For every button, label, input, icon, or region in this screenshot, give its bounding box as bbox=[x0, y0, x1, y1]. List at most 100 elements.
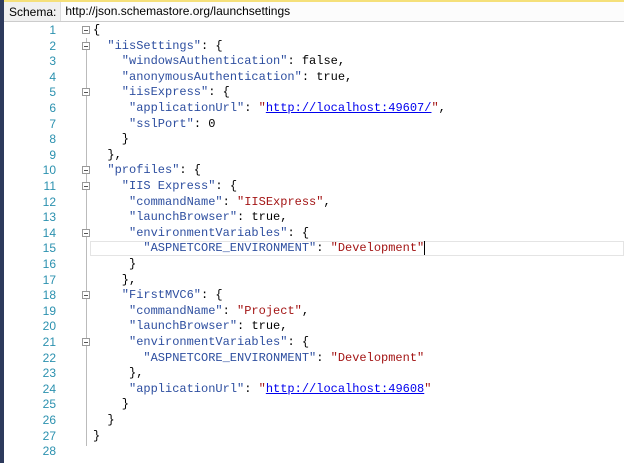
code-line[interactable]: 28 bbox=[4, 444, 624, 460]
code-text: } bbox=[93, 429, 100, 445]
code-line[interactable]: 7 "sslPort": 0 bbox=[4, 117, 624, 133]
code-text: "profiles": { bbox=[107, 163, 201, 179]
json-punctuation: : { bbox=[287, 335, 310, 349]
json-punctuation: } bbox=[107, 413, 115, 427]
json-punctuation: }, bbox=[107, 147, 122, 162]
code-line[interactable]: 9}, bbox=[4, 148, 624, 164]
json-punctuation: , bbox=[301, 303, 310, 318]
code-line[interactable]: 23}, bbox=[4, 366, 624, 382]
code-text: { bbox=[93, 23, 100, 39]
fold-toggle-icon[interactable] bbox=[82, 41, 90, 50]
line-number: 6 bbox=[49, 101, 56, 115]
json-string: " bbox=[424, 381, 432, 396]
code-line[interactable]: 19 "commandName": "Project", bbox=[4, 304, 624, 320]
json-punctuation: : 0 bbox=[193, 116, 216, 131]
json-punctuation: } bbox=[121, 132, 129, 147]
fold-toggle-icon[interactable] bbox=[82, 182, 90, 190]
fold-toggle-icon[interactable] bbox=[82, 228, 90, 237]
fold-toggle-icon[interactable] bbox=[82, 88, 90, 97]
code-line[interactable]: 16} bbox=[4, 257, 624, 273]
json-string: " bbox=[258, 101, 266, 115]
fold-toggle-icon[interactable] bbox=[82, 338, 90, 346]
json-key: "iisExpress" bbox=[121, 85, 209, 100]
code-line[interactable]: 22 "ASPNETCORE_ENVIRONMENT": "Development… bbox=[4, 351, 624, 367]
code-text: "iisExpress": { bbox=[122, 85, 230, 101]
json-key: "commandName" bbox=[129, 194, 223, 209]
code-line[interactable]: 24 "applicationUrl": "http://localhost:49… bbox=[4, 382, 624, 398]
code-line[interactable]: 10 "profiles": { bbox=[4, 163, 624, 179]
schema-label: Schema: bbox=[9, 4, 57, 19]
json-key: "ASPNETCORE_ENVIRONMENT" bbox=[143, 241, 317, 256]
json-punctuation: : bbox=[237, 210, 252, 225]
code-line[interactable]: 4 "anonymousAuthentication": true, bbox=[4, 70, 624, 86]
json-punctuation: : bbox=[244, 101, 259, 115]
json-punctuation: , bbox=[345, 69, 353, 84]
json-punctuation: : { bbox=[287, 225, 310, 240]
code-text: "environmentVariables": { bbox=[129, 226, 309, 242]
code-line[interactable]: 3 "windowsAuthentication": false, bbox=[4, 54, 624, 70]
code-line[interactable]: 17}, bbox=[4, 273, 624, 289]
json-key: "IIS Express" bbox=[121, 179, 216, 193]
code-line[interactable]: 18 "FirstMVC6": { bbox=[4, 288, 624, 304]
code-line[interactable]: 27} bbox=[4, 429, 624, 445]
json-punctuation: } bbox=[121, 397, 129, 412]
code-line[interactable]: 8} bbox=[4, 132, 624, 148]
json-key: "environmentVariables" bbox=[129, 335, 288, 349]
json-key: "launchBrowser" bbox=[129, 319, 238, 334]
line-number: 3 bbox=[49, 54, 56, 69]
code-line[interactable]: 21 "environmentVariables": { bbox=[4, 335, 624, 351]
schema-bar: Schema: http://json.schemastore.org/laun… bbox=[4, 0, 624, 22]
json-punctuation: , bbox=[337, 54, 346, 69]
code-text: "launchBrowser": true, bbox=[129, 210, 287, 226]
code-line[interactable]: 2 "iisSettings": { bbox=[4, 39, 624, 55]
json-string: " bbox=[431, 101, 439, 115]
json-key: "FirstMVC6" bbox=[121, 288, 202, 303]
fold-toggle-icon[interactable] bbox=[82, 291, 90, 300]
line-number: 25 bbox=[42, 397, 56, 412]
json-editor[interactable]: 1{2 "iisSettings": {3 "windowsAuthenticati… bbox=[4, 22, 624, 463]
code-line[interactable]: 20 "launchBrowser": true, bbox=[4, 319, 624, 335]
line-number: 10 bbox=[42, 163, 56, 178]
json-punctuation: } bbox=[129, 257, 137, 271]
fold-toggle-icon[interactable] bbox=[82, 166, 90, 175]
code-line[interactable]: 14 "environmentVariables": { bbox=[4, 226, 624, 242]
line-number: 9 bbox=[49, 147, 56, 162]
line-number: 13 bbox=[42, 210, 56, 225]
code-line[interactable]: 13 "launchBrowser": true, bbox=[4, 210, 624, 226]
json-key: "applicationUrl" bbox=[129, 101, 245, 115]
code-line[interactable]: 11 "IIS Express": { bbox=[4, 179, 624, 195]
code-text: }, bbox=[107, 148, 121, 164]
json-url-link[interactable]: http://localhost:49607/ bbox=[266, 101, 432, 115]
code-text: } bbox=[122, 132, 129, 148]
code-line[interactable]: 12 "commandName": "IISExpress", bbox=[4, 195, 624, 211]
json-punctuation: , bbox=[280, 210, 288, 225]
schema-url-input[interactable]: http://json.schemastore.org/launchsettin… bbox=[60, 2, 624, 21]
json-url-link[interactable]: http://localhost:49608 bbox=[266, 382, 424, 396]
code-line[interactable]: 1{ bbox=[4, 23, 624, 39]
json-punctuation: : bbox=[244, 381, 259, 396]
code-text: "environmentVariables": { bbox=[129, 335, 309, 351]
code-line[interactable]: 6 "applicationUrl": "http://localhost:496… bbox=[4, 101, 624, 117]
line-number: 4 bbox=[49, 69, 56, 84]
json-key: "applicationUrl" bbox=[129, 381, 245, 396]
json-string: "Development" bbox=[330, 350, 425, 365]
json-punctuation: : bbox=[316, 350, 331, 365]
json-punctuation: }, bbox=[129, 366, 144, 381]
code-text: "IIS Express": { bbox=[122, 179, 237, 195]
code-text: } bbox=[107, 413, 114, 429]
line-number: 19 bbox=[42, 303, 56, 318]
json-key: "iisSettings" bbox=[107, 38, 202, 53]
code-text: "windowsAuthentication": false, bbox=[122, 54, 345, 70]
fold-toggle-icon[interactable] bbox=[82, 26, 90, 34]
code-line[interactable]: 26} bbox=[4, 413, 624, 429]
json-string: "IISExpress" bbox=[237, 194, 324, 209]
code-line[interactable]: 15 "ASPNETCORE_ENVIRONMENT": "Development… bbox=[4, 241, 624, 257]
json-literal: false bbox=[301, 54, 338, 69]
line-number: 24 bbox=[42, 381, 56, 396]
json-key: "anonymousAuthentication" bbox=[121, 69, 302, 84]
json-punctuation: : { bbox=[201, 288, 223, 303]
line-number: 8 bbox=[49, 132, 56, 147]
code-line[interactable]: 5 "iisExpress": { bbox=[4, 85, 624, 101]
line-number: 5 bbox=[49, 85, 56, 100]
code-line[interactable]: 25} bbox=[4, 397, 624, 413]
